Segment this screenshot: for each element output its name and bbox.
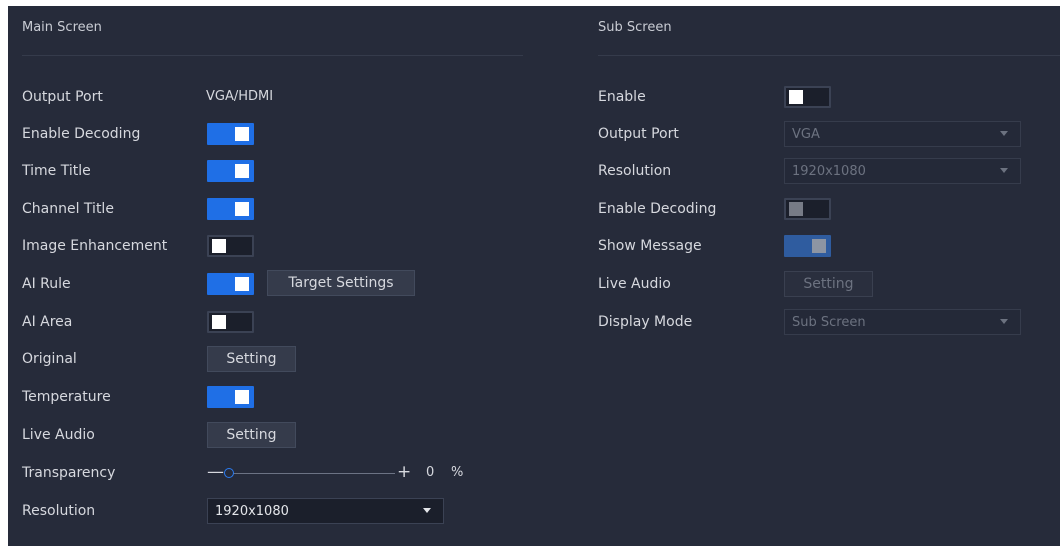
- target-settings-button[interactable]: Target Settings: [267, 270, 415, 296]
- sub-resolution-label: Resolution: [598, 163, 672, 179]
- image-enhancement-label: Image Enhancement: [22, 238, 168, 254]
- sub-live-audio-label: Live Audio: [598, 276, 671, 292]
- channel-title-toggle[interactable]: [207, 198, 254, 220]
- main-resolution-value: 1920x1080: [215, 503, 289, 519]
- sub-output-port-label: Output Port: [598, 126, 679, 142]
- transparency-unit: %: [451, 465, 464, 480]
- chevron-down-icon: [423, 508, 431, 513]
- ai-rule-label: AI Rule: [22, 276, 71, 292]
- sub-live-audio-setting-button[interactable]: Setting: [784, 271, 873, 297]
- chevron-down-icon: [1000, 168, 1008, 173]
- ai-area-toggle[interactable]: [207, 311, 254, 333]
- time-title-label: Time Title: [22, 163, 91, 179]
- sub-enable-decoding-label: Enable Decoding: [598, 201, 717, 217]
- sub-resolution-select[interactable]: 1920x1080: [784, 158, 1021, 184]
- original-setting-button[interactable]: Setting: [207, 346, 296, 372]
- sub-enable-toggle[interactable]: [784, 86, 831, 108]
- display-mode-value: Sub Screen: [792, 314, 866, 330]
- temperature-label: Temperature: [22, 389, 111, 405]
- main-live-audio-label: Live Audio: [22, 427, 95, 443]
- ai-rule-toggle[interactable]: [207, 273, 254, 295]
- main-live-audio-setting-button[interactable]: Setting: [207, 422, 296, 448]
- channel-title-label: Channel Title: [22, 201, 114, 217]
- transparency-increase-button[interactable]: +: [397, 463, 411, 481]
- display-mode-select[interactable]: Sub Screen: [784, 309, 1021, 335]
- main-output-port-label: Output Port: [22, 89, 103, 105]
- sub-screen-title: Sub Screen: [598, 20, 672, 35]
- sub-output-port-value: VGA: [792, 126, 820, 142]
- original-label: Original: [22, 351, 77, 367]
- time-title-toggle[interactable]: [207, 160, 254, 182]
- temperature-toggle[interactable]: [207, 386, 254, 408]
- main-resolution-label: Resolution: [22, 503, 96, 519]
- main-resolution-select[interactable]: 1920x1080: [207, 498, 444, 524]
- show-message-label: Show Message: [598, 238, 702, 254]
- main-screen-title: Main Screen: [22, 20, 102, 35]
- main-output-port-value: VGA/HDMI: [206, 89, 274, 104]
- show-message-toggle[interactable]: [784, 235, 831, 257]
- chevron-down-icon: [1000, 319, 1008, 324]
- display-mode-label: Display Mode: [598, 314, 693, 330]
- chevron-down-icon: [1000, 131, 1008, 136]
- transparency-slider-track[interactable]: [225, 473, 395, 474]
- sub-output-port-select[interactable]: VGA: [784, 121, 1021, 147]
- main-enable-decoding-label: Enable Decoding: [22, 126, 141, 142]
- transparency-decrease-button[interactable]: —: [207, 463, 224, 481]
- transparency-label: Transparency: [22, 465, 116, 481]
- sub-enable-label: Enable: [598, 89, 646, 105]
- main-enable-decoding-toggle[interactable]: [207, 123, 254, 145]
- main-screen-divider: [22, 55, 523, 56]
- sub-enable-decoding-toggle[interactable]: [784, 198, 831, 220]
- transparency-slider-thumb[interactable]: [224, 468, 234, 478]
- display-settings-panel: Main Screen Output Port VGA/HDMI Enable …: [8, 6, 1060, 546]
- sub-resolution-value: 1920x1080: [792, 163, 866, 179]
- sub-screen-divider: [598, 55, 1060, 56]
- image-enhancement-toggle[interactable]: [207, 235, 254, 257]
- ai-area-label: AI Area: [22, 314, 73, 330]
- transparency-value: 0: [426, 465, 435, 480]
